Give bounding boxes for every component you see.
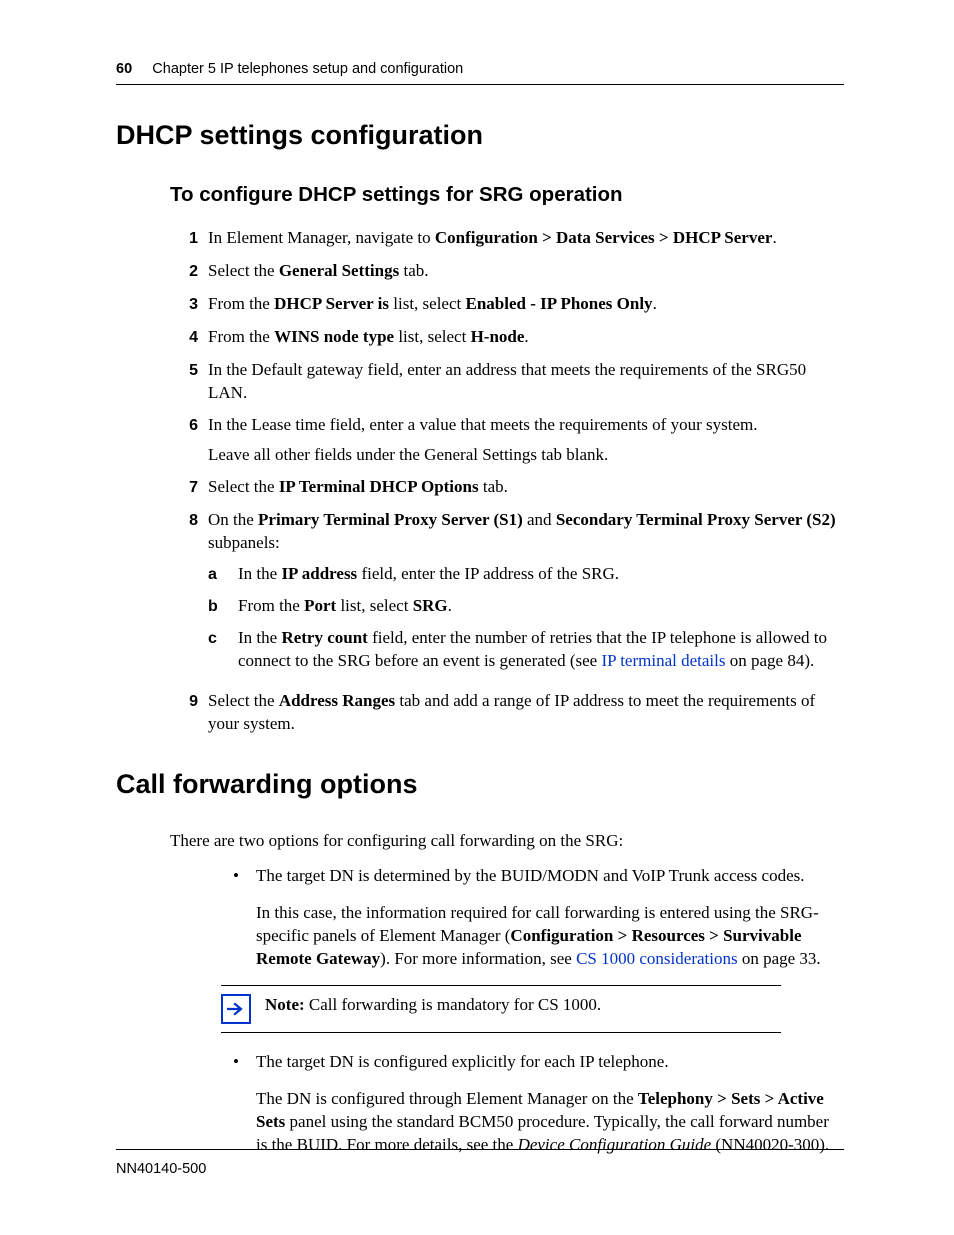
step-6-text: In the Lease time field, enter a value t… (208, 414, 844, 468)
bullet-1: • The target DN is determined by the BUI… (216, 865, 844, 888)
note-bottom-rule (221, 1032, 781, 1033)
step-8: 8 On the Primary Terminal Proxy Server (… (170, 509, 844, 681)
section-heading-call-forwarding: Call forwarding options (116, 766, 844, 802)
link-ip-terminal-details[interactable]: IP terminal details (601, 651, 725, 670)
step-1: 1 In Element Manager, navigate to Config… (170, 227, 844, 251)
step-5: 5 In the Default gateway field, enter an… (170, 359, 844, 405)
document-id: NN40140-500 (116, 1160, 844, 1180)
bullet-1-paragraph: In this case, the information required f… (256, 902, 844, 971)
step-6: 6 In the Lease time field, enter a value… (170, 414, 844, 468)
step-5-text: In the Default gateway field, enter an a… (208, 359, 844, 405)
chapter-title: Chapter 5 IP telephones setup and config… (152, 61, 463, 77)
procedure-heading: To configure DHCP settings for SRG opera… (170, 181, 844, 209)
bullet-icon: • (216, 865, 256, 888)
call-fwd-intro: There are two options for configuring ca… (170, 830, 844, 853)
step-2-text: Select the General Settings tab. (208, 260, 844, 284)
page-footer: NN40140-500 (116, 1149, 844, 1180)
step-1-text: In Element Manager, navigate to Configur… (208, 227, 844, 251)
note-box: Note: Call forwarding is mandatory for C… (221, 985, 781, 1033)
step-4: 4 From the WINS node type list, select H… (170, 326, 844, 350)
call-fwd-bullets: • The target DN is determined by the BUI… (216, 865, 844, 888)
call-fwd-bullets-2: • The target DN is configured explicitly… (216, 1051, 844, 1074)
step-9: 9 Select the Address Ranges tab and add … (170, 690, 844, 736)
step-3-text: From the DHCP Server is list, select Ena… (208, 293, 844, 317)
bullet-2-paragraph: The DN is configured through Element Man… (256, 1088, 844, 1157)
bullet-1-text: The target DN is determined by the BUID/… (256, 865, 844, 888)
bullet-2: • The target DN is configured explicitly… (216, 1051, 844, 1074)
section-heading-dhcp: DHCP settings configuration (116, 117, 844, 153)
bullet-icon: • (216, 1051, 256, 1074)
footer-rule (116, 1149, 844, 1150)
step-7: 7 Select the IP Terminal DHCP Options ta… (170, 476, 844, 500)
step-8c: c In the Retry count field, enter the nu… (208, 627, 844, 673)
procedure-list: 1 In Element Manager, navigate to Config… (170, 227, 844, 736)
step-8a: a In the IP address field, enter the IP … (208, 563, 844, 587)
running-header: 60 Chapter 5 IP telephones setup and con… (116, 60, 844, 80)
header-rule (116, 84, 844, 85)
step-4-text: From the WINS node type list, select H-n… (208, 326, 844, 350)
note-text: Note: Call forwarding is mandatory for C… (265, 994, 601, 1024)
link-cs1000-considerations[interactable]: CS 1000 considerations (576, 949, 738, 968)
step-9-text: Select the Address Ranges tab and add a … (208, 690, 844, 736)
page-number: 60 (116, 61, 132, 77)
step-8-substeps: a In the IP address field, enter the IP … (208, 563, 844, 673)
step-7-text: Select the IP Terminal DHCP Options tab. (208, 476, 844, 500)
page: 60 Chapter 5 IP telephones setup and con… (0, 0, 954, 1235)
bullet-2-text: The target DN is configured explicitly f… (256, 1051, 844, 1074)
step-3: 3 From the DHCP Server is list, select E… (170, 293, 844, 317)
step-8b: b From the Port list, select SRG. (208, 595, 844, 619)
step-8-text: On the Primary Terminal Proxy Server (S1… (208, 509, 844, 681)
arrow-right-icon (221, 994, 251, 1024)
step-2: 2 Select the General Settings tab. (170, 260, 844, 284)
